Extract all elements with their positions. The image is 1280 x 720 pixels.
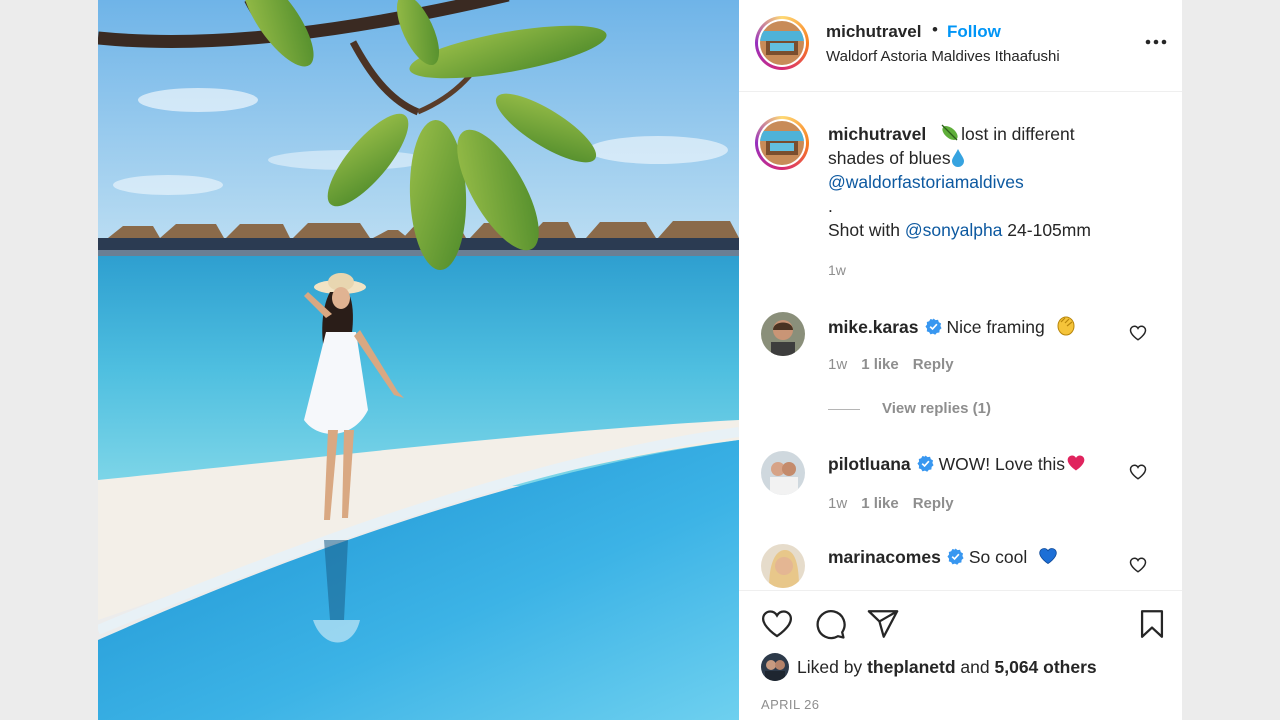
author-avatar-image [760, 21, 804, 65]
liked-by-summary[interactable]: Liked by theplanetd and 5,064 others [761, 653, 1097, 681]
commenter-avatar[interactable] [761, 544, 805, 588]
comment-meta: 1w 1 like Reply [828, 495, 968, 512]
commenter-avatar-image [761, 544, 805, 588]
view-replies-label: View replies (1) [882, 400, 991, 417]
reply-button[interactable]: Reply [913, 495, 954, 512]
comment-username[interactable]: pilotluana [828, 454, 911, 474]
commenter-avatar[interactable] [761, 312, 805, 356]
heart-icon[interactable] [1129, 556, 1147, 574]
view-replies-button[interactable]: View replies (1) [828, 400, 991, 417]
comment-icon[interactable] [813, 607, 847, 641]
caption-author-avatar[interactable] [755, 116, 809, 170]
liked-by-and: and [960, 657, 990, 677]
commenter-avatar-image [761, 312, 805, 356]
comment-meta: 1w 1 like Reply [828, 356, 968, 373]
comment-likes[interactable]: 1 like [861, 495, 899, 512]
mention-sonyalpha[interactable]: @sonyalpha [905, 220, 1003, 240]
verified-badge-icon [947, 548, 964, 565]
caption-shot-with: Shot with [828, 220, 900, 240]
header-separator: • [932, 20, 938, 39]
follow-button[interactable]: Follow [947, 22, 1001, 42]
caption-lens: 24-105mm [1007, 220, 1091, 240]
author-avatar[interactable] [755, 16, 809, 70]
leaf-emoji-icon [941, 124, 958, 141]
caption-dot: . [828, 196, 833, 216]
post-actions: Liked by theplanetd and 5,064 others APR… [739, 590, 1182, 720]
post-caption: michutravel lost in different shades of … [828, 122, 1158, 242]
comment-body: WOW! Love this [938, 454, 1066, 474]
verified-badge-icon [924, 318, 942, 335]
comment-text: mike.karas Nice framing [828, 314, 1078, 338]
comment-text: marinacomes So cool [828, 546, 1060, 568]
droplet-emoji-icon [951, 149, 964, 167]
like-heart-icon[interactable] [760, 607, 794, 641]
replies-divider [828, 408, 860, 410]
comment-text: pilotluana WOW! Love this [828, 453, 1087, 475]
red-heart-emoji-icon [1067, 455, 1085, 471]
commenter-avatar[interactable] [761, 451, 805, 495]
commenter-avatar-image [761, 451, 805, 495]
caption-username[interactable]: michutravel [828, 124, 926, 144]
liked-by-prefix: Liked by [797, 657, 863, 677]
liked-by-user[interactable]: theplanetd [867, 657, 955, 677]
blue-heart-emoji-icon [1039, 548, 1057, 564]
comment-likes[interactable]: 1 like [861, 356, 899, 373]
comment-username[interactable]: mike.karas [828, 317, 919, 337]
liker-avatar[interactable] [761, 653, 789, 681]
share-icon[interactable] [866, 607, 900, 641]
heart-icon[interactable] [1129, 463, 1147, 481]
reply-button[interactable]: Reply [913, 356, 954, 373]
more-options-icon[interactable] [1144, 32, 1168, 52]
photo-image [98, 0, 739, 720]
mention-waldorf[interactable]: @waldorfastoriamaldives [828, 172, 1024, 192]
comment-username[interactable]: marinacomes [828, 547, 941, 567]
caption-text-1: lost in different [961, 124, 1075, 144]
bookmark-icon[interactable] [1135, 607, 1169, 641]
author-username[interactable]: michutravel [826, 22, 921, 42]
comment-body: So cool [968, 547, 1028, 567]
clap-emoji-icon [1057, 316, 1075, 336]
comment-time[interactable]: 1w [828, 356, 847, 373]
post-photo[interactable] [98, 0, 739, 720]
liker-avatar-image [761, 653, 789, 681]
post-header: michutravel • Follow Waldorf Astoria Mal… [739, 0, 1182, 92]
post-side-panel: michutravel • Follow Waldorf Astoria Mal… [739, 0, 1182, 720]
comment-time[interactable]: 1w [828, 495, 847, 512]
location-link[interactable]: Waldorf Astoria Maldives Ithaafushi [826, 48, 1060, 65]
likes-count[interactable]: 5,064 others [995, 657, 1097, 677]
comment-body: Nice framing [946, 317, 1045, 337]
verified-badge-icon [917, 455, 934, 472]
comments-section[interactable]: michutravel lost in different shades of … [739, 92, 1182, 590]
post-date[interactable]: APRIL 26 [761, 697, 819, 712]
caption-avatar-image [760, 121, 804, 165]
caption-time[interactable]: 1w [828, 262, 846, 278]
heart-icon[interactable] [1129, 324, 1147, 342]
caption-text-2: shades of blues [828, 148, 951, 168]
